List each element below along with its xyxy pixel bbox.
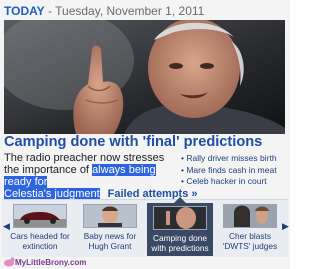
- headline-link[interactable]: Camping done with 'final' predictions: [4, 134, 290, 151]
- carousel-caption: Cars headed for extinction: [10, 231, 70, 251]
- site-logo-text: MyLittleBrony.com: [15, 258, 87, 267]
- site-footer: MyLittleBrony.com: [0, 257, 290, 269]
- related-link-hacker[interactable]: • Celeb hacker in court: [181, 176, 290, 188]
- cher-thumbnail: [223, 204, 277, 228]
- related-link-rally[interactable]: • Rally driver misses birth: [181, 153, 290, 165]
- hugh-grant-thumbnail: [83, 204, 137, 228]
- active-caret-icon: [174, 197, 186, 203]
- cars-thumbnail: [13, 204, 67, 228]
- story-summary: The radio preacher now stresses the impo…: [4, 152, 198, 200]
- carousel-item-cher[interactable]: Cher blasts 'DWTS' judges: [217, 204, 283, 251]
- camping-thumbnail: [153, 206, 207, 230]
- pony-icon: [4, 257, 15, 267]
- site-logo[interactable]: MyLittleBrony.com: [3, 257, 86, 269]
- carousel-caption: Baby news for Hugh Grant: [83, 231, 137, 251]
- carousel-item-hugh-grant[interactable]: Baby news for Hugh Grant: [77, 204, 143, 251]
- carousel-caption: Camping done with predictions: [151, 233, 209, 253]
- today-label: TODAY: [4, 4, 45, 18]
- date-header: TODAY - Tuesday, November 1, 2011: [4, 3, 204, 19]
- right-arrow-icon[interactable]: ▶: [282, 221, 289, 232]
- hero-photo: [4, 20, 285, 134]
- related-links: • Rally driver misses birth • Mare finds…: [181, 153, 290, 188]
- story-carousel: ◀ Cars headed for extinction Baby news f…: [2, 197, 289, 257]
- carousel-caption: Cher blasts 'DWTS' judges: [222, 231, 278, 251]
- hero-image[interactable]: [4, 20, 285, 134]
- carousel-item-camping[interactable]: Camping done with predictions: [147, 197, 213, 256]
- carousel-item-cars[interactable]: Cars headed for extinction: [7, 204, 73, 251]
- related-link-mare[interactable]: • Mare finds cash in meat: [181, 165, 290, 177]
- date-text: - Tuesday, November 1, 2011: [44, 4, 205, 18]
- news-widget: TODAY - Tuesday, November 1, 2011 Campin…: [0, 0, 290, 269]
